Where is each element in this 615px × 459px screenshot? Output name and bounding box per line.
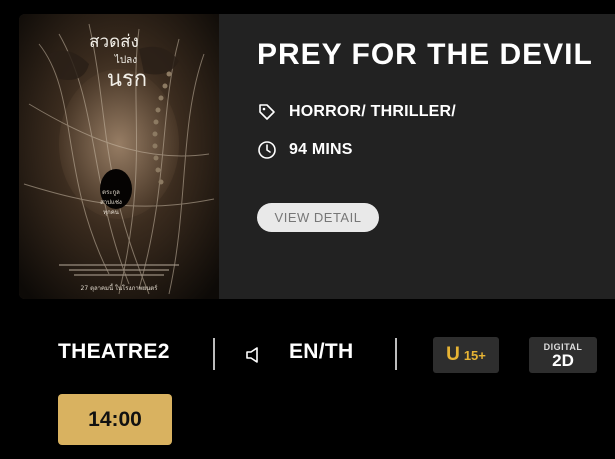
poster-title-line3: นรก (107, 67, 147, 92)
showing-info-bar: THEATRE2 EN/TH U 15+ DIGITAL 2D (0, 325, 615, 385)
poster-title-line2: ไปลง (114, 54, 138, 66)
showtime-button[interactable]: 14:00 (58, 394, 172, 445)
poster-tagline-line1: ตระกูล (102, 189, 120, 196)
tag-icon (257, 102, 277, 122)
theatre-name: THEATRE2 (58, 340, 170, 363)
duration-row: 94 MINS (257, 140, 353, 160)
rating-letter: U (446, 344, 460, 365)
clock-icon (257, 140, 277, 160)
poster-title-line1: สวดส่ง (89, 32, 139, 52)
duration-text: 94 MINS (289, 141, 353, 158)
genre-row: HORROR/ THRILLER/ (257, 102, 456, 122)
divider (395, 338, 397, 370)
audio-language: EN/TH (289, 340, 354, 363)
poster-image: สวดส่ง ไปลง นรก ตระกูล สาปแช่ง ทุกคน 27 … (19, 14, 219, 299)
rating-age: 15+ (463, 347, 486, 363)
format-badge: DIGITAL 2D (529, 337, 597, 373)
format-label-bottom: 2D (552, 351, 574, 370)
movie-title[interactable]: PREY FOR THE DEVIL (257, 38, 593, 72)
rating-badge: U 15+ (433, 337, 499, 373)
genre-text: HORROR/ THRILLER/ (289, 103, 456, 120)
poster-tagline-line2: สาปแช่ง (100, 199, 122, 206)
movie-card: สวดส่ง ไปลง นรก ตระกูล สาปแช่ง ทุกคน 27 … (19, 14, 615, 299)
poster-tagline-line3: ทุกคน (103, 209, 119, 216)
movie-poster[interactable]: สวดส่ง ไปลง นรก ตระกูล สาปแช่ง ทุกคน 27 … (19, 14, 219, 299)
view-detail-button[interactable]: VIEW DETAIL (257, 203, 379, 232)
speaker-icon (244, 345, 264, 365)
divider (213, 338, 215, 370)
